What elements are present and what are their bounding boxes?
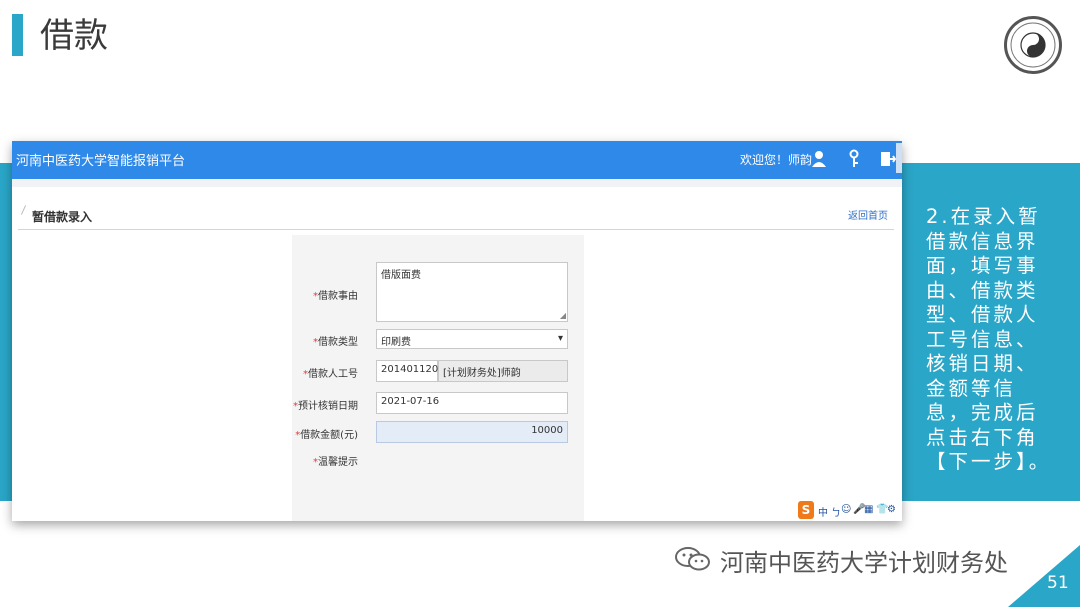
hint-label-text: 温馨提示: [318, 457, 358, 468]
type-label-text: 借款类型: [318, 337, 358, 348]
title-accent-bar: [12, 14, 23, 56]
hint-label: *温馨提示: [292, 453, 358, 468]
reason-textarea[interactable]: 借版面费 ◢: [376, 262, 568, 322]
write-off-date-value: 2021-07-16: [381, 396, 440, 407]
amount-input[interactable]: 10000: [376, 421, 568, 443]
ime-toolbar[interactable]: S 中 ㄅ ☺ 🎤 ▦ 👕 ⚙: [798, 501, 898, 519]
amount-label-text: 借款金额(元): [300, 430, 358, 441]
sub-header-bar: [12, 179, 902, 187]
page-number: 51: [1047, 573, 1069, 593]
borrower-id-input[interactable]: 2014011202: [376, 360, 445, 382]
user-icon[interactable]: [810, 149, 828, 169]
back-home-link[interactable]: 返回首页: [848, 207, 888, 222]
chevron-down-icon: ▾: [557, 333, 563, 344]
reason-label: *借款事由: [292, 287, 358, 302]
university-logo: [1004, 16, 1062, 74]
ime-punctuation-icon[interactable]: ㄅ: [831, 504, 841, 519]
borrower-label: *借款人工号: [292, 365, 358, 380]
wechat-icon: [674, 546, 712, 572]
section-title: 暂借款录入: [32, 210, 93, 224]
instruction-text: 2.在录入暂借款信息界面，填写事由、借款类型、借款人工号信息、核销日期、金额等信…: [926, 205, 1052, 473]
reason-value: 借版面费: [381, 270, 421, 281]
slide-title: 借款: [40, 16, 108, 56]
loan-type-value: 印刷费: [381, 337, 411, 348]
logout-icon[interactable]: [878, 149, 897, 169]
amount-value: 10000: [531, 425, 563, 436]
loan-type-select[interactable]: 印刷费 ▾: [376, 329, 568, 349]
footer-organization: 河南中医药大学计划财务处: [720, 549, 1008, 577]
welcome-text: 欢迎您！师韵: [740, 153, 813, 167]
ime-settings-icon[interactable]: ⚙: [887, 504, 896, 515]
ime-chinese-mode[interactable]: 中: [818, 504, 828, 519]
reason-label-text: 借款事由: [318, 291, 358, 302]
section-marker: [20, 205, 27, 215]
borrower-label-text: 借款人工号: [308, 369, 358, 380]
borrower-id-value: 2014011202: [381, 364, 445, 375]
amount-label: *借款金额(元): [292, 426, 358, 441]
ime-keyboard-icon[interactable]: ▦: [864, 504, 873, 515]
ime-emoji-icon[interactable]: ☺: [841, 504, 851, 515]
loan-form: *借款事由 借版面费 ◢ *借款类型 印刷费 ▾ *借款人工号 20140112…: [292, 235, 584, 521]
scrollbar[interactable]: [896, 143, 902, 173]
borrower-name-value: [计划财务处]师韵: [443, 368, 521, 379]
date-label: *预计核销日期: [292, 397, 358, 412]
date-label-text: 预计核销日期: [298, 401, 358, 412]
type-label: *借款类型: [292, 333, 358, 348]
key-icon[interactable]: [845, 149, 863, 169]
borrower-name-field: [计划财务处]师韵: [438, 360, 568, 382]
resize-grip-icon[interactable]: ◢: [560, 311, 566, 320]
section-header: 暂借款录入 返回首页: [18, 199, 894, 230]
sogou-ime-icon[interactable]: S: [798, 501, 814, 519]
app-header-bar: 河南中医药大学智能报销平台 欢迎您！师韵: [12, 141, 902, 179]
app-title: 河南中医药大学智能报销平台: [16, 154, 186, 169]
app-window: 河南中医药大学智能报销平台 欢迎您！师韵 暂借款录入 返回首页 *借款事由 借版…: [12, 141, 902, 521]
write-off-date-input[interactable]: 2021-07-16: [376, 392, 568, 414]
